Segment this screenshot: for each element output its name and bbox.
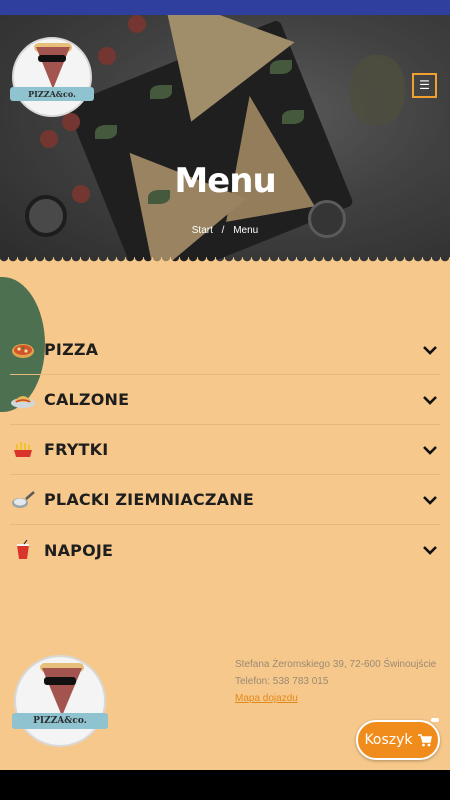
logo-pizza-slice: [36, 47, 70, 89]
navigation-bar: [0, 770, 450, 800]
pizza-icon: [12, 343, 34, 358]
hamburger-menu-button[interactable]: ☰: [412, 73, 437, 98]
hamburger-icon: ☰: [419, 78, 430, 92]
fries-icon: [14, 441, 32, 457]
breadcrumb-home-link[interactable]: Start: [192, 225, 213, 236]
chevron-down-icon[interactable]: [422, 442, 438, 458]
breadcrumb: Start / Menu: [0, 225, 450, 236]
category-label: FRYTKI: [44, 440, 109, 459]
chevron-down-icon[interactable]: [422, 542, 438, 558]
calzone-icon: [11, 395, 35, 408]
cart-badge: [431, 718, 439, 722]
cart-label: Koszyk: [364, 732, 413, 748]
footer-address: Stefana Żeromskiego 39, 72-600 Świnoujśc…: [235, 659, 437, 670]
footer-phone[interactable]: Telefon: 538 783 015: [235, 673, 436, 690]
category-label: CALZONE: [44, 390, 130, 409]
site-logo[interactable]: PIZZA&co.: [10, 37, 94, 117]
status-bar: [0, 0, 450, 15]
footer-logo[interactable]: PIZZA&co.: [12, 655, 108, 747]
menu-content: PIZZA CALZONE FRYTKI PLACKI ZIEMNIACZANE…: [0, 262, 450, 770]
breadcrumb-current: Menu: [233, 225, 259, 236]
cart-icon: [417, 733, 432, 746]
chevron-down-icon[interactable]: [422, 342, 438, 358]
category-row-fries[interactable]: FRYTKI: [10, 425, 440, 475]
logo-ribbon: PIZZA&co.: [12, 713, 108, 729]
chevron-down-icon[interactable]: [422, 392, 438, 408]
footer-contact: Stefana Żeromskiego 39, 72-600 Świnoujśc…: [235, 656, 436, 707]
page-title: Menu: [174, 161, 276, 201]
category-list: PIZZA CALZONE FRYTKI PLACKI ZIEMNIACZANE…: [10, 325, 440, 575]
logo-sunglasses: [38, 55, 66, 62]
category-row-potato-pancakes[interactable]: PLACKI ZIEMNIACZANE: [10, 475, 440, 525]
chevron-down-icon[interactable]: [422, 492, 438, 508]
logo-pizza-slice: [42, 668, 82, 716]
pancake-pan-icon: [12, 490, 35, 508]
category-row-pizza[interactable]: PIZZA: [10, 325, 440, 375]
hero-banner: PIZZA&co. ☰ Menu Start / Menu: [0, 15, 450, 262]
logo-sunglasses: [44, 677, 76, 685]
category-label: PIZZA: [44, 340, 99, 359]
category-label: NAPOJE: [44, 540, 114, 560]
category-label: PLACKI ZIEMNIACZANE: [44, 490, 254, 509]
logo-ribbon: PIZZA&co.: [10, 87, 94, 101]
drink-cup-icon: [17, 540, 29, 559]
cart-button[interactable]: Koszyk: [356, 720, 440, 760]
footer-map-link[interactable]: Mapa dojazdu: [235, 690, 298, 707]
breadcrumb-separator: /: [221, 225, 225, 236]
category-row-drinks[interactable]: NAPOJE: [10, 525, 440, 575]
category-row-calzone[interactable]: CALZONE: [10, 375, 440, 425]
